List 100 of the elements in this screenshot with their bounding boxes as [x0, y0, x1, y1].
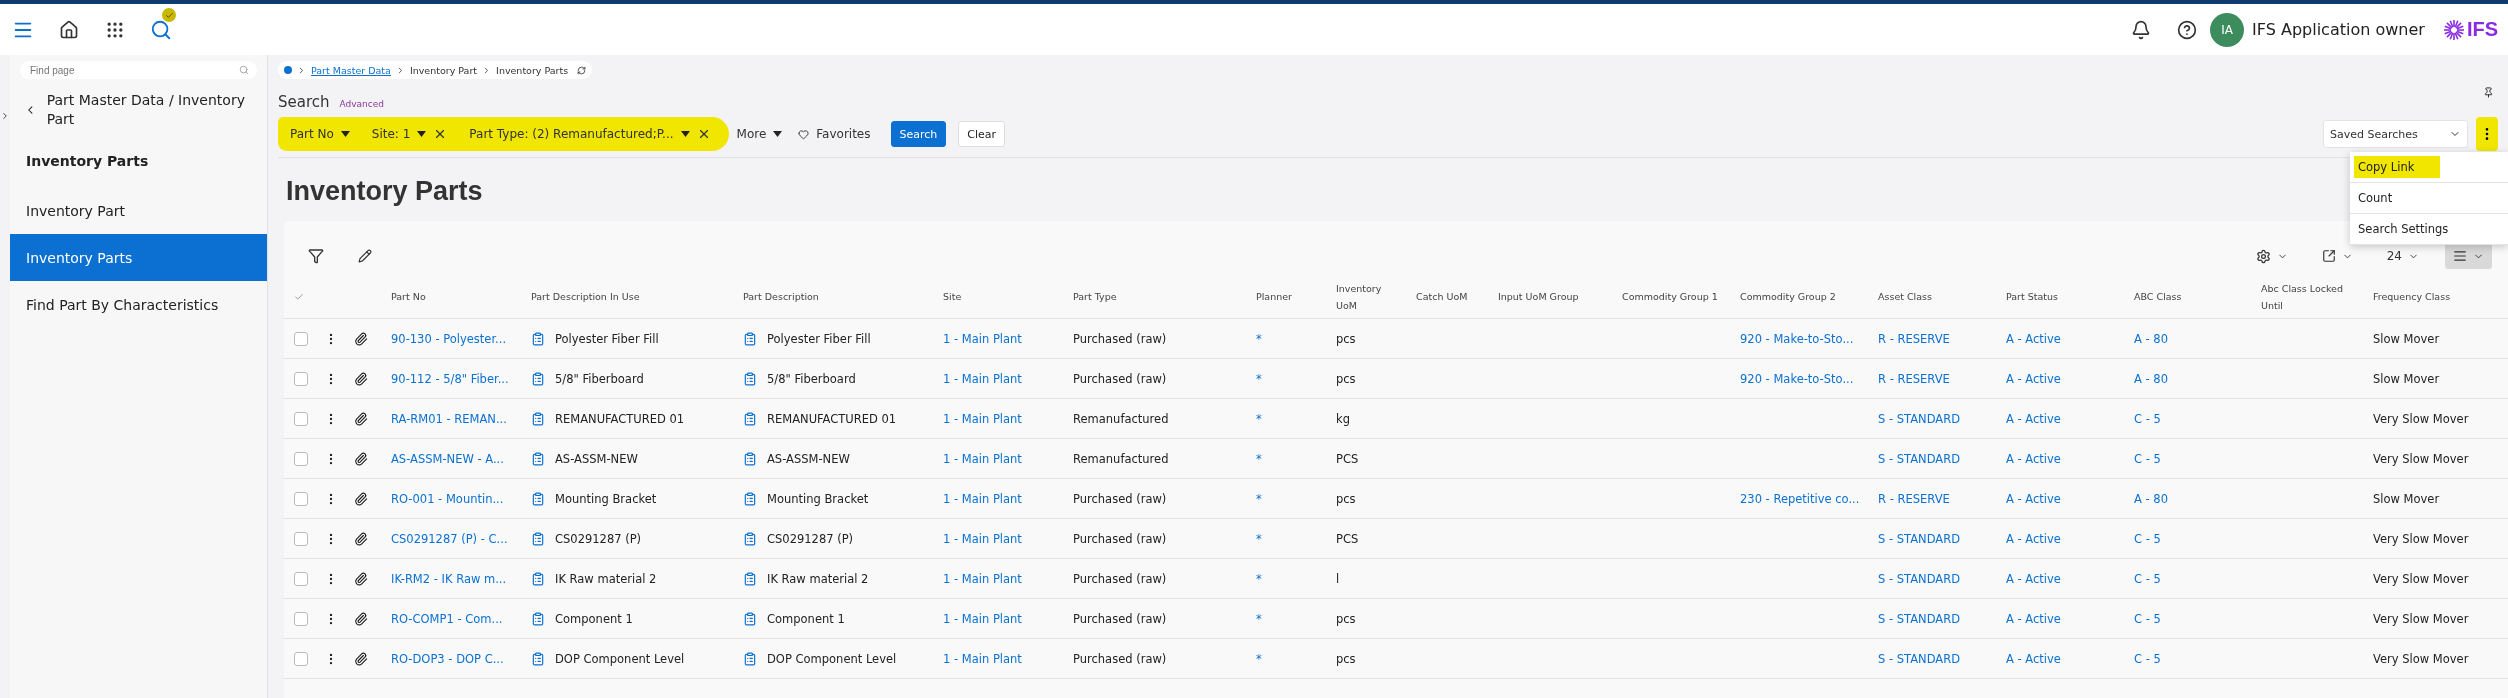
- column-header[interactable]: Catch UoM: [1416, 288, 1476, 305]
- cell-link[interactable]: 920 - Make-to-Sto...: [1740, 371, 1854, 386]
- column-header[interactable]: Input UoM Group: [1498, 288, 1587, 305]
- more-options-button[interactable]: [2476, 117, 2498, 151]
- cell-link[interactable]: R - RESERVE: [1878, 371, 1950, 386]
- attachment-icon[interactable]: [354, 331, 368, 346]
- cell-link[interactable]: 1 - Main Plant: [943, 651, 1022, 666]
- cell-link[interactable]: *: [1256, 651, 1262, 666]
- row-checkbox[interactable]: [294, 371, 308, 386]
- sidebar-item[interactable]: Inventory Parts: [10, 234, 267, 281]
- cell-link[interactable]: *: [1256, 491, 1262, 506]
- column-header[interactable]: Frequency Class: [2373, 288, 2459, 305]
- cell-link[interactable]: *: [1256, 451, 1262, 466]
- cell-link[interactable]: AS-ASSM-NEW - A...: [391, 451, 504, 466]
- cell-link[interactable]: R - RESERVE: [1878, 491, 1950, 506]
- column-header[interactable]: Part Description: [743, 288, 827, 305]
- cell-link[interactable]: *: [1256, 531, 1262, 546]
- cell-link[interactable]: *: [1256, 611, 1262, 626]
- cell-link[interactable]: S - STANDARD: [1878, 451, 1961, 466]
- cell-link[interactable]: *: [1256, 571, 1262, 586]
- attachment-icon[interactable]: [354, 491, 368, 506]
- filter-chip[interactable]: Part Type: (2) Remanufactured;P...: [461, 121, 719, 147]
- cell-link[interactable]: C - 5: [2134, 451, 2161, 466]
- attachment-icon[interactable]: [354, 371, 368, 386]
- filter-chip[interactable]: Part No: [282, 121, 358, 147]
- cell-link[interactable]: C - 5: [2134, 651, 2161, 666]
- cell-link[interactable]: 1 - Main Plant: [943, 491, 1022, 506]
- row-checkbox[interactable]: [294, 411, 308, 426]
- page-size-button[interactable]: 24: [2378, 243, 2427, 269]
- find-page-field[interactable]: Find page: [20, 61, 257, 79]
- advanced-link[interactable]: Advanced: [339, 99, 384, 109]
- cell-link[interactable]: 90-112 - 5/8" Fiber...: [391, 371, 509, 386]
- cell-link[interactable]: A - Active: [2006, 331, 2061, 346]
- view-button[interactable]: [2445, 243, 2492, 269]
- find-page-input[interactable]: Find page: [28, 63, 239, 77]
- cell-link[interactable]: 1 - Main Plant: [943, 371, 1022, 386]
- cell-link[interactable]: 90-130 - Polyester...: [391, 331, 507, 346]
- cell-link[interactable]: 1 - Main Plant: [943, 451, 1022, 466]
- user-avatar[interactable]: IA: [2210, 12, 2245, 47]
- cell-link[interactable]: 920 - Make-to-Sto...: [1740, 331, 1854, 346]
- row-checkbox[interactable]: [294, 491, 308, 506]
- refresh-icon[interactable]: [577, 65, 587, 75]
- cell-link[interactable]: RO-DOP3 - DOP C...: [391, 651, 504, 666]
- breadcrumb-item[interactable]: Part Master Data: [311, 64, 391, 76]
- cell-link[interactable]: 1 - Main Plant: [943, 571, 1022, 586]
- cell-link[interactable]: 230 - Repetitive co...: [1740, 491, 1860, 506]
- cell-link[interactable]: A - 80: [2134, 371, 2168, 386]
- cell-link[interactable]: 1 - Main Plant: [943, 611, 1022, 626]
- cell-link[interactable]: CS0291287 (P) - C...: [391, 531, 508, 546]
- column-header[interactable]: Site: [943, 288, 970, 305]
- cell-link[interactable]: S - STANDARD: [1878, 611, 1961, 626]
- cell-link[interactable]: A - 80: [2134, 491, 2168, 506]
- cell-link[interactable]: *: [1256, 331, 1262, 346]
- row-checkbox[interactable]: [294, 611, 308, 626]
- attachment-icon[interactable]: [354, 411, 368, 426]
- breadcrumb-item[interactable]: Inventory Parts: [496, 64, 569, 76]
- cell-link[interactable]: C - 5: [2134, 411, 2161, 426]
- cell-link[interactable]: C - 5: [2134, 571, 2161, 586]
- cell-link[interactable]: 1 - Main Plant: [943, 531, 1022, 546]
- row-checkbox[interactable]: [294, 571, 308, 586]
- cell-link[interactable]: A - 80: [2134, 331, 2168, 346]
- cell-link[interactable]: C - 5: [2134, 531, 2161, 546]
- attachment-icon[interactable]: [354, 451, 368, 466]
- cell-link[interactable]: S - STANDARD: [1878, 571, 1961, 586]
- cell-link[interactable]: RO-COMP1 - Com...: [391, 611, 503, 626]
- cell-link[interactable]: 1 - Main Plant: [943, 331, 1022, 346]
- column-header[interactable]: Abc Class Locked Until: [2261, 279, 2369, 314]
- row-checkbox[interactable]: [294, 331, 308, 346]
- column-header[interactable]: Part Description In Use: [531, 288, 648, 305]
- column-header[interactable]: Part No: [391, 288, 434, 305]
- cell-link[interactable]: A - Active: [2006, 651, 2061, 666]
- column-header[interactable]: Part Type: [1073, 288, 1125, 305]
- cell-link[interactable]: A - Active: [2006, 411, 2061, 426]
- cell-link[interactable]: IK-RM2 - IK Raw m...: [391, 571, 507, 586]
- favorites-button[interactable]: Favorites: [790, 121, 879, 147]
- row-checkbox[interactable]: [294, 451, 308, 466]
- attachment-icon[interactable]: [354, 531, 368, 546]
- cell-link[interactable]: R - RESERVE: [1878, 331, 1950, 346]
- cell-link[interactable]: A - Active: [2006, 531, 2061, 546]
- menu-item[interactable]: Count: [2350, 183, 2508, 214]
- filter-chip[interactable]: Site: 1: [363, 121, 456, 147]
- column-header[interactable]: Commodity Group 2: [1740, 288, 1844, 305]
- cell-link[interactable]: A - Active: [2006, 611, 2061, 626]
- cell-link[interactable]: A - Active: [2006, 491, 2061, 506]
- sidebar-item[interactable]: Find Part By Characteristics: [10, 281, 267, 328]
- cell-link[interactable]: C - 5: [2134, 611, 2161, 626]
- cell-link[interactable]: S - STANDARD: [1878, 531, 1961, 546]
- column-header[interactable]: Inventory UoM: [1336, 279, 1412, 314]
- column-header[interactable]: Asset Class: [1878, 288, 1940, 305]
- more-button[interactable]: More: [728, 121, 791, 147]
- saved-searches-dropdown[interactable]: Saved Searches: [2323, 120, 2468, 148]
- cell-link[interactable]: 1 - Main Plant: [943, 411, 1022, 426]
- cell-link[interactable]: A - Active: [2006, 571, 2061, 586]
- attachment-icon[interactable]: [354, 571, 368, 586]
- search-button[interactable]: Search: [890, 121, 947, 147]
- cell-link[interactable]: S - STANDARD: [1878, 651, 1961, 666]
- row-checkbox[interactable]: [294, 651, 308, 666]
- cell-link[interactable]: RO-001 - Mountin...: [391, 491, 504, 506]
- menu-item[interactable]: Copy Link: [2350, 152, 2508, 183]
- clear-button[interactable]: Clear: [958, 121, 1006, 147]
